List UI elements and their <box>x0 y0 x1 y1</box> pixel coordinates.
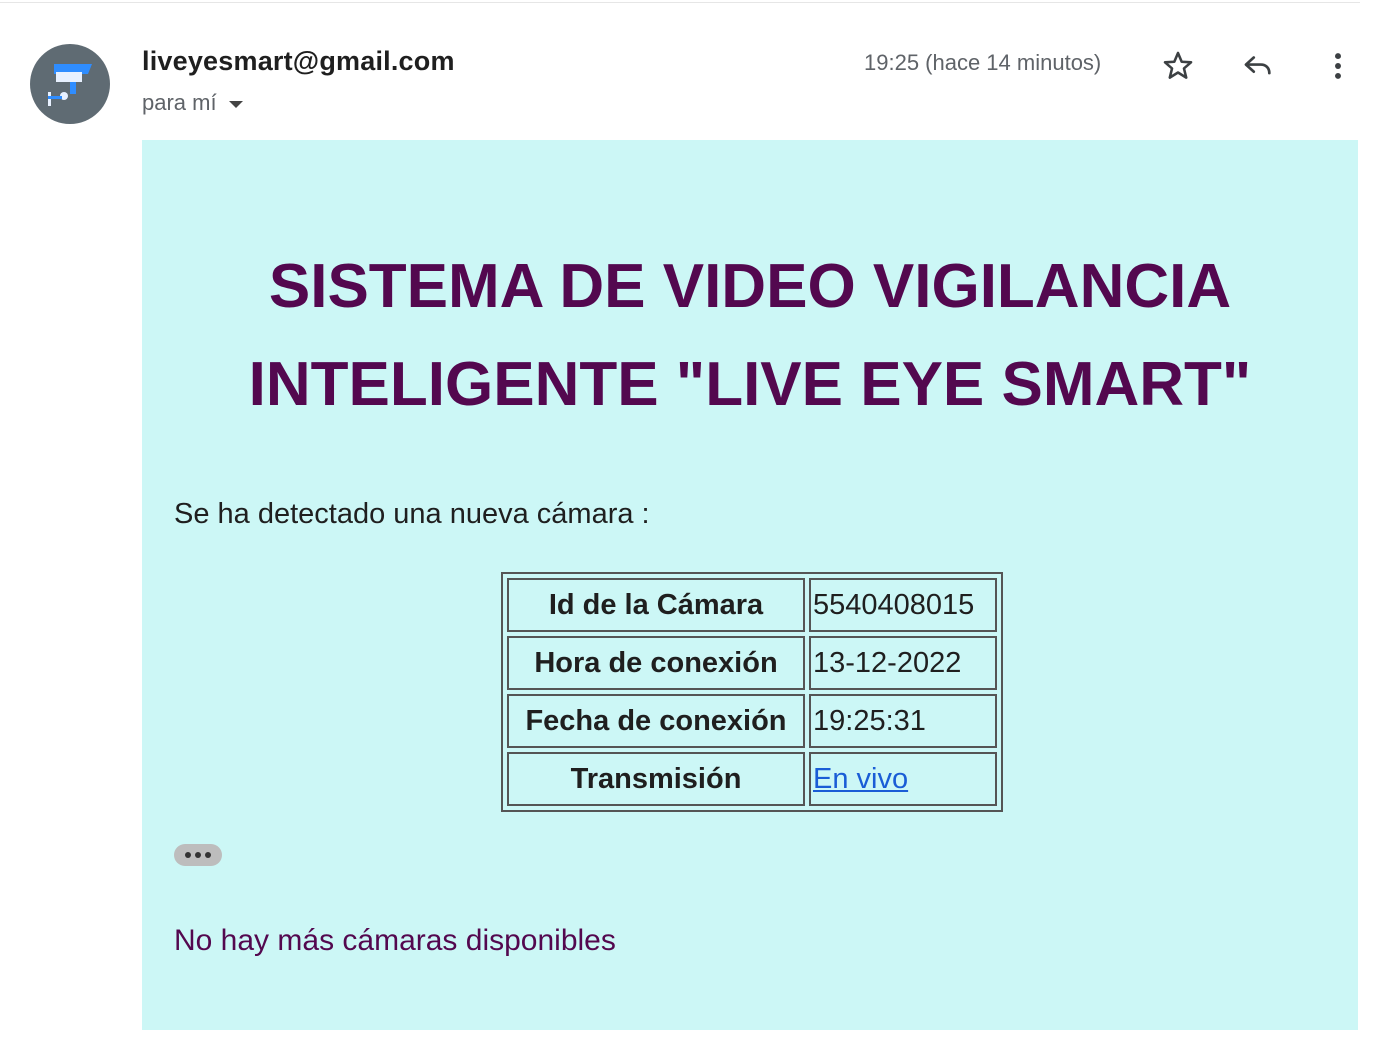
security-camera-icon <box>48 64 92 106</box>
recipient-details[interactable]: para mí <box>142 90 243 116</box>
sender-avatar[interactable] <box>30 44 110 124</box>
more-vert-icon <box>1335 53 1341 79</box>
connection-date-value: 19:25:31 <box>809 694 997 748</box>
email-timestamp: 19:25 (hace 14 minutos) <box>864 50 1102 75</box>
camera-id-label: Id de la Cámara <box>507 578 805 632</box>
sender-email[interactable]: liveyesmart@gmail.com <box>142 46 455 77</box>
caret-down-icon[interactable] <box>228 100 243 108</box>
more-options-button[interactable] <box>1318 46 1358 86</box>
show-trimmed-content-button[interactable] <box>174 844 222 866</box>
transmission-value: En vivo <box>809 752 997 806</box>
connection-time-label: Hora de conexión <box>507 636 805 690</box>
camera-info-table: Id de la Cámara 5540408015 Hora de conex… <box>501 572 1003 812</box>
star-button[interactable] <box>1158 46 1198 86</box>
reply-button[interactable] <box>1238 46 1278 86</box>
table-row: Id de la Cámara 5540408015 <box>507 578 997 632</box>
ellipsis-icon <box>185 852 191 858</box>
ellipsis-icon <box>195 852 201 858</box>
connection-date-label: Fecha de conexión <box>507 694 805 748</box>
intro-text: Se ha detectado una nueva cámara : <box>174 498 650 530</box>
email-headline: SISTEMA DE VIDEO VIGILANCIA INTELIGENTE … <box>142 238 1358 434</box>
recipient-label: para mí <box>142 90 217 115</box>
star-icon <box>1163 51 1193 79</box>
connection-time-value: 13-12-2022 <box>809 636 997 690</box>
table-row: Hora de conexión 13-12-2022 <box>507 636 997 690</box>
live-stream-link[interactable]: En vivo <box>813 763 908 795</box>
top-divider <box>0 2 1360 3</box>
ellipsis-icon <box>205 852 211 858</box>
reply-icon <box>1244 56 1271 75</box>
no-more-cameras-text: No hay más cámaras disponibles <box>174 924 616 957</box>
camera-id-value: 5540408015 <box>809 578 997 632</box>
headline-line-1: SISTEMA DE VIDEO VIGILANCIA <box>268 252 1232 321</box>
transmission-label: Transmisión <box>507 752 805 806</box>
headline-line-2: INTELIGENTE "LIVE EYE SMART" <box>248 350 1252 419</box>
table-row: Fecha de conexión 19:25:31 <box>507 694 997 748</box>
table-row: Transmisión En vivo <box>507 752 997 806</box>
